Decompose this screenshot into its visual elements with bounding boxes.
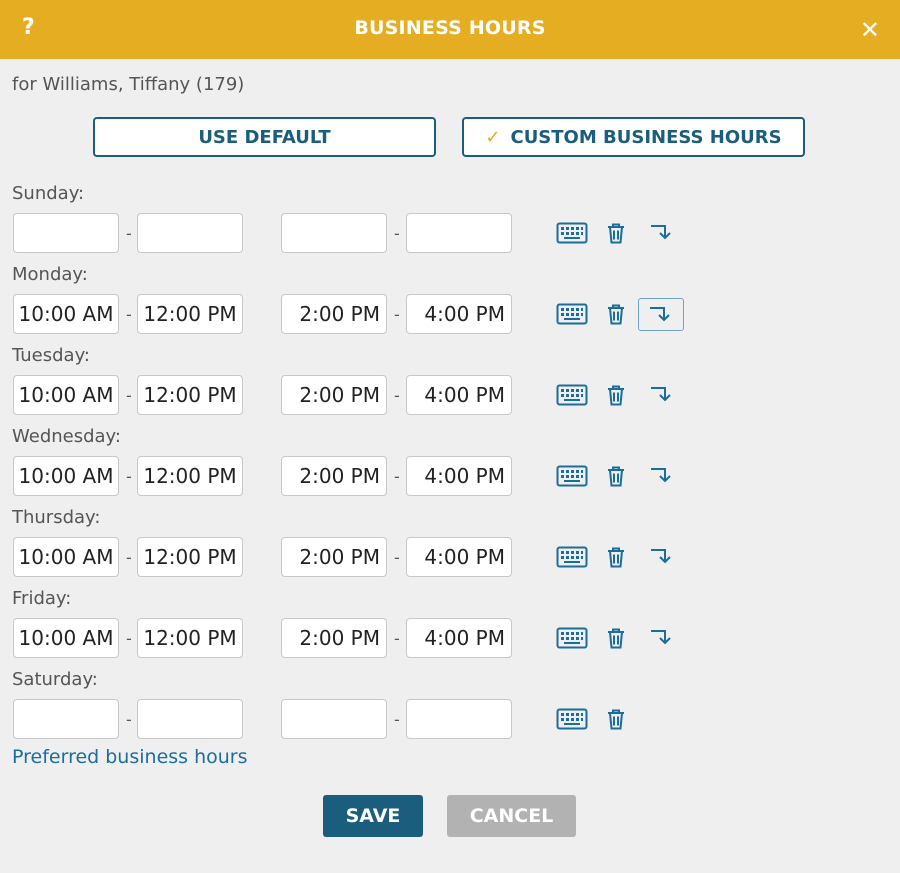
- time-input-start1[interactable]: 10:00 AM: [13, 375, 119, 415]
- close-button[interactable]: ✕: [860, 16, 880, 44]
- keyboard-icon[interactable]: [556, 627, 588, 649]
- keyboard-icon[interactable]: [556, 384, 588, 406]
- save-button[interactable]: SAVE: [323, 795, 423, 837]
- time-input-start2[interactable]: [281, 213, 387, 253]
- time-input-start2[interactable]: 2:00 PM: [281, 456, 387, 496]
- trash-icon[interactable]: [607, 223, 625, 244]
- range-separator: -: [126, 305, 132, 324]
- time-input-end1[interactable]: 12:00 PM: [137, 618, 243, 658]
- time-input-end2[interactable]: [406, 699, 512, 739]
- range-separator: -: [394, 548, 400, 567]
- time-input-start2[interactable]: 2:00 PM: [281, 618, 387, 658]
- time-input-end2[interactable]: 4:00 PM: [406, 537, 512, 577]
- day-label-tuesday: Tuesday:: [12, 345, 90, 366]
- time-input-end2[interactable]: 4:00 PM: [406, 456, 512, 496]
- cancel-button[interactable]: CANCEL: [447, 795, 576, 837]
- use-default-label: USE DEFAULT: [198, 126, 331, 148]
- day-label-friday: Friday:: [12, 588, 72, 609]
- time-input-start2[interactable]: 2:00 PM: [281, 375, 387, 415]
- time-input-start1[interactable]: 10:00 AM: [13, 294, 119, 334]
- custom-business-hours-label: CUSTOM BUSINESS HOURS: [510, 126, 782, 148]
- time-input-start2[interactable]: 2:00 PM: [281, 537, 387, 577]
- time-input-end1[interactable]: 12:00 PM: [137, 456, 243, 496]
- time-input-start1[interactable]: 10:00 AM: [13, 456, 119, 496]
- range-separator: -: [394, 629, 400, 648]
- range-separator: -: [394, 710, 400, 729]
- trash-icon[interactable]: [607, 304, 625, 325]
- day-label-saturday: Saturday:: [12, 669, 98, 690]
- time-input-start1[interactable]: 10:00 AM: [13, 537, 119, 577]
- range-separator: -: [126, 548, 132, 567]
- range-separator: -: [394, 386, 400, 405]
- range-separator: -: [394, 224, 400, 243]
- range-separator: -: [126, 386, 132, 405]
- custom-business-hours-button[interactable]: ✓ CUSTOM BUSINESS HOURS: [462, 117, 805, 157]
- use-default-button[interactable]: USE DEFAULT: [93, 117, 436, 157]
- keyboard-icon[interactable]: [556, 708, 588, 730]
- time-input-end1[interactable]: 12:00 PM: [137, 294, 243, 334]
- copy-down-arrow-icon[interactable]: [638, 298, 684, 331]
- day-label-wednesday: Wednesday:: [12, 426, 121, 447]
- trash-icon[interactable]: [607, 547, 625, 568]
- trash-icon[interactable]: [607, 466, 625, 487]
- dialog-subtitle: for Williams, Tiffany (179): [12, 74, 245, 95]
- time-input-end2[interactable]: 4:00 PM: [406, 294, 512, 334]
- trash-icon[interactable]: [607, 709, 625, 730]
- time-input-end2[interactable]: 4:00 PM: [406, 375, 512, 415]
- keyboard-icon[interactable]: [556, 465, 588, 487]
- trash-icon[interactable]: [607, 385, 625, 406]
- dialog-title: BUSINESS HOURS: [354, 17, 546, 39]
- time-input-start1[interactable]: [13, 699, 119, 739]
- copy-down-arrow-icon[interactable]: [649, 628, 675, 648]
- range-separator: -: [126, 629, 132, 648]
- day-label-monday: Monday:: [12, 264, 88, 285]
- range-separator: -: [394, 467, 400, 486]
- range-separator: -: [126, 224, 132, 243]
- preferred-business-hours-link[interactable]: Preferred business hours: [12, 746, 248, 768]
- copy-down-arrow-icon[interactable]: [649, 385, 675, 405]
- dialog-header: ? BUSINESS HOURS ✕: [0, 0, 900, 59]
- time-input-end1[interactable]: 12:00 PM: [137, 537, 243, 577]
- range-separator: -: [394, 305, 400, 324]
- time-input-end1[interactable]: [137, 213, 243, 253]
- time-input-end2[interactable]: [406, 213, 512, 253]
- time-input-start1[interactable]: 10:00 AM: [13, 618, 119, 658]
- copy-down-arrow-icon[interactable]: [649, 223, 675, 243]
- range-separator: -: [126, 710, 132, 729]
- copy-down-arrow-icon[interactable]: [649, 547, 675, 567]
- time-input-end1[interactable]: [137, 699, 243, 739]
- range-separator: -: [126, 467, 132, 486]
- day-label-thursday: Thursday:: [12, 507, 101, 528]
- keyboard-icon[interactable]: [556, 546, 588, 568]
- time-input-start2[interactable]: [281, 699, 387, 739]
- time-input-end2[interactable]: 4:00 PM: [406, 618, 512, 658]
- check-icon: ✓: [485, 126, 501, 148]
- keyboard-icon[interactable]: [556, 222, 588, 244]
- keyboard-icon[interactable]: [556, 303, 588, 325]
- time-input-start2[interactable]: 2:00 PM: [281, 294, 387, 334]
- time-input-end1[interactable]: 12:00 PM: [137, 375, 243, 415]
- day-label-sunday: Sunday:: [12, 183, 85, 204]
- copy-down-arrow-icon[interactable]: [649, 466, 675, 486]
- time-input-start1[interactable]: [13, 213, 119, 253]
- trash-icon[interactable]: [607, 628, 625, 649]
